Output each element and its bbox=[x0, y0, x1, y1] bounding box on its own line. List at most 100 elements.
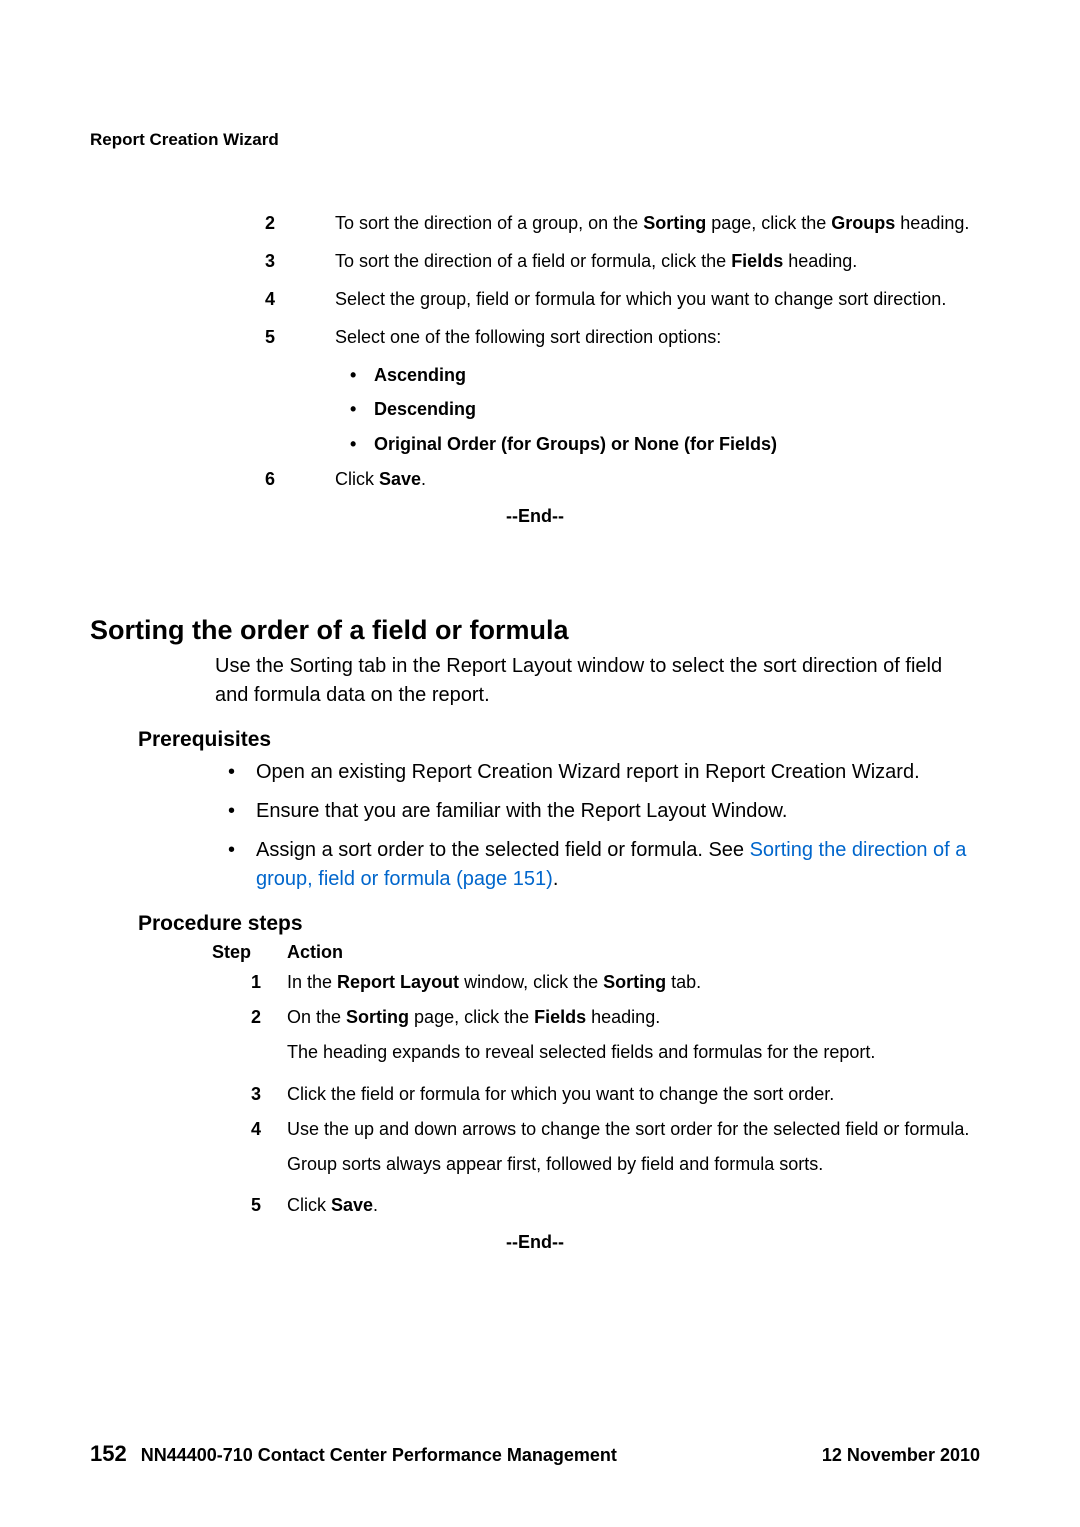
step-row: 6Click Save. bbox=[265, 466, 980, 494]
top-steps-block: 2To sort the direction of a group, on th… bbox=[265, 210, 980, 494]
bullet-icon: • bbox=[350, 396, 374, 424]
step-number: 2 bbox=[225, 1004, 287, 1032]
step-number bbox=[225, 1039, 287, 1067]
step-text: Group sorts always appear first, followe… bbox=[287, 1151, 823, 1179]
step-row: 2To sort the direction of a group, on th… bbox=[265, 210, 980, 238]
bullet-text: Ascending bbox=[374, 362, 466, 390]
text-run: heading. bbox=[586, 1007, 660, 1027]
sub-bullet-list: •Ascending•Descending•Original Order (fo… bbox=[350, 362, 980, 460]
step-text: To sort the direction of a group, on the… bbox=[335, 210, 969, 238]
text-run: Sorting bbox=[346, 1007, 409, 1027]
text-run: Assign a sort order to the selected fiel… bbox=[256, 839, 750, 861]
text-run: Open an existing Report Creation Wizard … bbox=[256, 761, 920, 783]
footer-date: 12 November 2010 bbox=[822, 1445, 980, 1466]
step-row: 4Select the group, field or formula for … bbox=[265, 286, 980, 314]
list-item: •Original Order (for Groups) or None (fo… bbox=[350, 431, 980, 459]
bullet-icon: • bbox=[350, 362, 374, 390]
step-row: Group sorts always appear first, followe… bbox=[225, 1151, 980, 1179]
section-intro: Use the Sorting tab in the Report Layout… bbox=[215, 652, 970, 710]
document-page: Report Creation Wizard 2To sort the dire… bbox=[0, 0, 1080, 1527]
section-title: Sorting the order of a field or formula bbox=[90, 615, 980, 646]
footer-left: 152 NN44400-710 Contact Center Performan… bbox=[90, 1441, 617, 1467]
text-run: To sort the direction of a group, on the bbox=[335, 213, 643, 233]
end-marker-top: --End-- bbox=[90, 506, 980, 527]
list-item: •Assign a sort order to the selected fie… bbox=[228, 836, 970, 894]
text-run: Report Layout bbox=[337, 972, 459, 992]
text-run: To sort the direction of a field or form… bbox=[335, 251, 731, 271]
text-run: Fields bbox=[534, 1007, 586, 1027]
list-item: •Ensure that you are familiar with the R… bbox=[228, 797, 970, 826]
text-run: Save bbox=[379, 469, 421, 489]
text-run: Group sorts always appear first, followe… bbox=[287, 1154, 823, 1174]
text-run: Select the group, field or formula for w… bbox=[335, 289, 946, 309]
end-marker-bottom: --End-- bbox=[90, 1232, 980, 1253]
page-footer: 152 NN44400-710 Contact Center Performan… bbox=[90, 1441, 980, 1467]
text-run: Ascending bbox=[374, 365, 466, 385]
step-text: In the Report Layout window, click the S… bbox=[287, 969, 701, 997]
text-run: Click bbox=[335, 469, 379, 489]
step-number: 2 bbox=[265, 210, 335, 238]
text-run: window, click the bbox=[459, 972, 603, 992]
bullet-text: Descending bbox=[374, 396, 476, 424]
step-row: 2On the Sorting page, click the Fields h… bbox=[225, 1004, 980, 1032]
bullet-text: Original Order (for Groups) or None (for… bbox=[374, 431, 777, 459]
col-step-label: Step bbox=[212, 942, 287, 963]
text-run: Groups bbox=[831, 213, 895, 233]
step-text: Select one of the following sort directi… bbox=[335, 324, 721, 352]
step-row: The heading expands to reveal selected f… bbox=[225, 1039, 980, 1067]
bullet-icon: • bbox=[228, 797, 256, 826]
text-run: tab. bbox=[666, 972, 701, 992]
text-run: . bbox=[421, 469, 426, 489]
text-run: Save bbox=[331, 1195, 373, 1215]
bullet-icon: • bbox=[228, 836, 256, 894]
procedure-steps-block: 1In the Report Layout window, click the … bbox=[225, 969, 980, 1220]
text-run: Sorting bbox=[603, 972, 666, 992]
prereq-text: Assign a sort order to the selected fiel… bbox=[256, 836, 970, 894]
text-run: Select one of the following sort directi… bbox=[335, 327, 721, 347]
text-run: heading. bbox=[895, 213, 969, 233]
step-number: 1 bbox=[225, 969, 287, 997]
step-text: The heading expands to reveal selected f… bbox=[287, 1039, 875, 1067]
step-number: 4 bbox=[265, 286, 335, 314]
step-number: 3 bbox=[265, 248, 335, 276]
bullet-icon: • bbox=[350, 431, 374, 459]
date-text: 12 November 2010 bbox=[822, 1445, 980, 1465]
step-row: 5Select one of the following sort direct… bbox=[265, 324, 980, 352]
text-run: On the bbox=[287, 1007, 346, 1027]
procedure-heading: Procedure steps bbox=[138, 912, 980, 936]
prereq-text: Open an existing Report Creation Wizard … bbox=[256, 758, 920, 787]
step-number bbox=[225, 1151, 287, 1179]
text-run: The heading expands to reveal selected f… bbox=[287, 1042, 875, 1062]
step-text: Select the group, field or formula for w… bbox=[335, 286, 946, 314]
step-number: 6 bbox=[265, 466, 335, 494]
text-run: Sorting bbox=[643, 213, 706, 233]
text-run: Fields bbox=[731, 251, 783, 271]
step-number: 3 bbox=[225, 1081, 287, 1109]
step-row: 3To sort the direction of a field or for… bbox=[265, 248, 980, 276]
text-run: Descending bbox=[374, 399, 476, 419]
list-item: •Ascending bbox=[350, 362, 980, 390]
breadcrumb: Report Creation Wizard bbox=[90, 130, 980, 150]
step-number: 4 bbox=[225, 1116, 287, 1144]
text-run: page, click the bbox=[409, 1007, 534, 1027]
step-text: Click Save. bbox=[287, 1192, 378, 1220]
step-text: Use the up and down arrows to change the… bbox=[287, 1116, 969, 1144]
step-row: 1In the Report Layout window, click the … bbox=[225, 969, 980, 997]
bullet-icon: • bbox=[228, 758, 256, 787]
text-run: page, click the bbox=[706, 213, 831, 233]
step-text: To sort the direction of a field or form… bbox=[335, 248, 857, 276]
text-run: Ensure that you are familiar with the Re… bbox=[256, 800, 787, 822]
text-run: Use the up and down arrows to change the… bbox=[287, 1119, 969, 1139]
text-run: Click the field or formula for which you… bbox=[287, 1084, 834, 1104]
col-action-label: Action bbox=[287, 942, 343, 963]
step-number: 5 bbox=[225, 1192, 287, 1220]
list-item: •Open an existing Report Creation Wizard… bbox=[228, 758, 970, 787]
prerequisites-heading: Prerequisites bbox=[138, 728, 980, 752]
procedure-columns: Step Action bbox=[212, 942, 980, 963]
text-run: . bbox=[373, 1195, 378, 1215]
step-number: 5 bbox=[265, 324, 335, 352]
step-text: On the Sorting page, click the Fields he… bbox=[287, 1004, 660, 1032]
step-row: 4Use the up and down arrows to change th… bbox=[225, 1116, 980, 1144]
text-run: In the bbox=[287, 972, 337, 992]
text-run: . bbox=[553, 868, 559, 890]
